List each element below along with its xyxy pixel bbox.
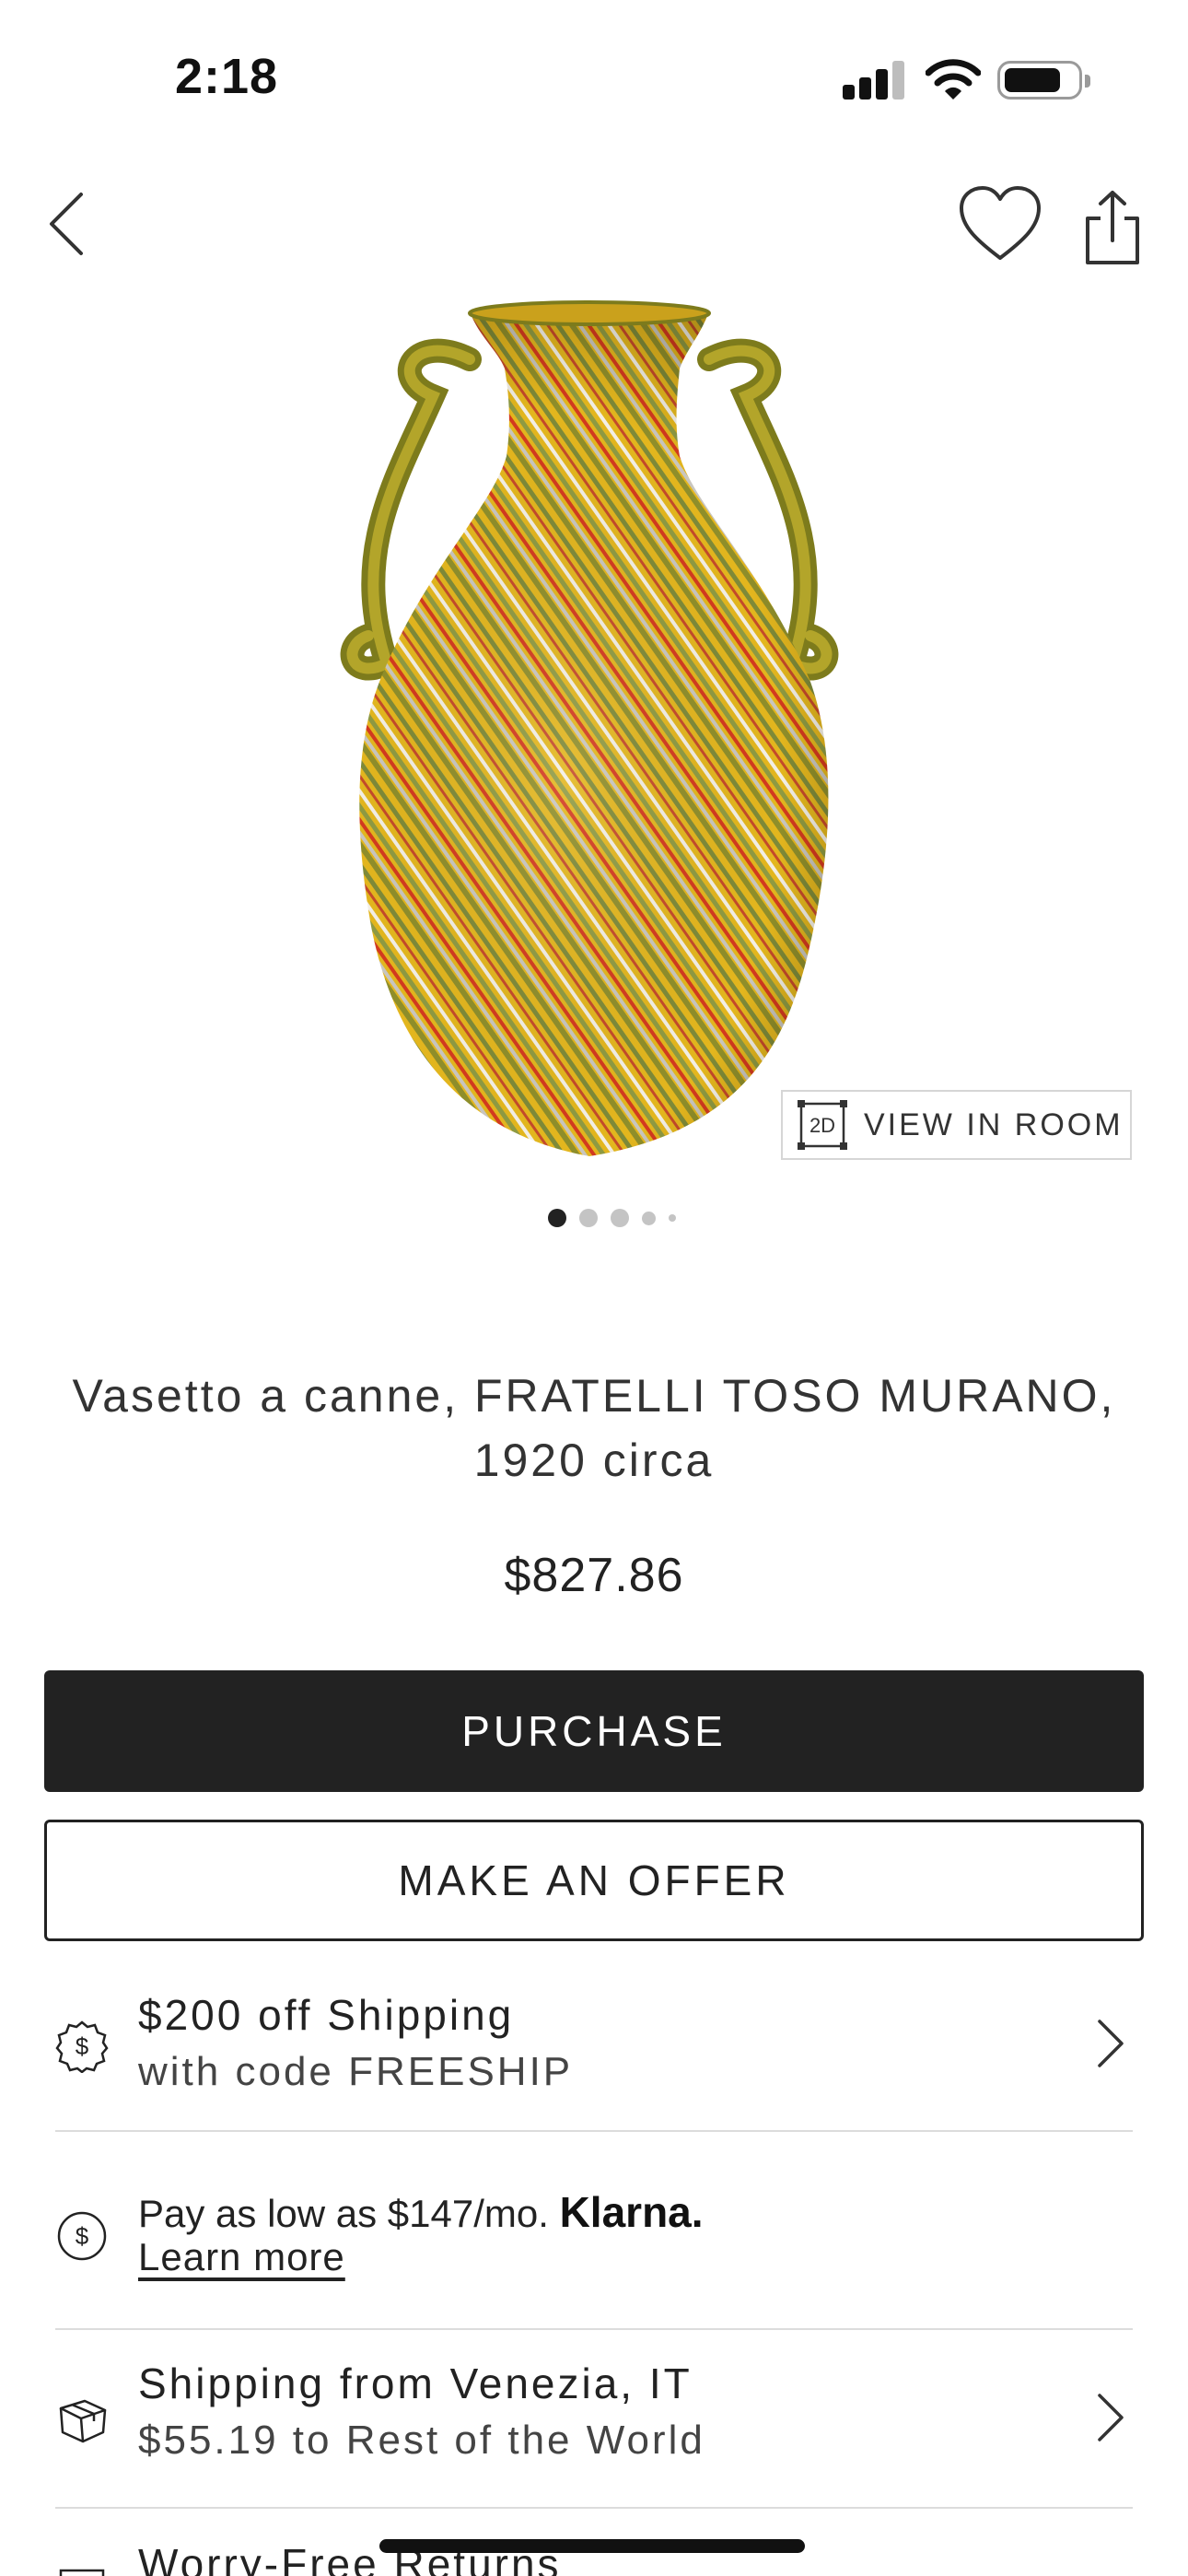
shipping-promo-row[interactable]: $ $200 off Shipping with code FREESHIP (55, 1990, 1133, 2110)
view-badge-text: 2D (809, 1114, 835, 1137)
status-time: 2:18 (175, 49, 279, 104)
carousel-dot[interactable] (642, 1211, 656, 1225)
favorite-heart-icon[interactable] (958, 184, 1042, 263)
klarna-text-line: Pay as low as $147/mo. Klarna. (138, 2187, 704, 2237)
image-carousel-dots[interactable] (548, 1207, 676, 1229)
svg-text:$: $ (76, 2032, 89, 2060)
cellular-signal-icon (843, 61, 905, 100)
klarna-logo: Klarna. (559, 2188, 704, 2236)
box-icon (59, 2399, 107, 2443)
divider (55, 2328, 1133, 2330)
shipping-origin: Shipping from Venezia, IT (138, 2359, 693, 2407)
wifi-icon (926, 59, 981, 100)
divider (55, 2507, 1133, 2509)
make-offer-button[interactable]: MAKE AN OFFER (44, 1820, 1144, 1941)
home-indicator[interactable] (379, 2539, 805, 2553)
divider (55, 2130, 1133, 2132)
learn-more-link[interactable]: Learn more (138, 2235, 345, 2279)
carousel-dot[interactable] (669, 1214, 676, 1222)
status-bar: 2:18 (0, 0, 1188, 157)
2d-view-icon: 2D (798, 1100, 847, 1150)
carousel-dot[interactable] (579, 1209, 598, 1227)
product-title: Vasetto a canne, FRATELLI TOSO MURANO, 1… (72, 1370, 1116, 1486)
battery-icon (997, 61, 1090, 100)
share-icon[interactable] (1082, 189, 1143, 266)
carousel-dot-active[interactable] (548, 1209, 566, 1227)
shipping-info-row[interactable]: Shipping from Venezia, IT $55.19 to Rest… (55, 2359, 1133, 2478)
carousel-dot[interactable] (611, 1209, 629, 1227)
svg-text:$: $ (76, 2222, 89, 2250)
klarna-row: $ Pay as low as $147/mo. Klarna. Learn m… (55, 2184, 1133, 2285)
dollar-badge-icon: $ (55, 2020, 109, 2073)
dollar-circle-icon: $ (57, 2211, 107, 2261)
purchase-button[interactable]: PURCHASE (44, 1670, 1144, 1792)
product-price: $827.86 (504, 1549, 684, 1602)
promo-code-text: with code FREESHIP (138, 2049, 574, 2094)
chevron-right-icon (1098, 2394, 1124, 2441)
shipping-cost: $55.19 to Rest of the World (138, 2418, 705, 2463)
promo-title: $200 off Shipping (138, 1991, 515, 2039)
klarna-installment-text: Pay as low as $147/mo. (138, 2192, 549, 2235)
chevron-right-icon (1098, 2020, 1124, 2067)
product-image-vase[interactable] (332, 295, 847, 1179)
view-in-room-button[interactable]: 2D VIEW IN ROOM (781, 1090, 1132, 1160)
view-in-room-label: VIEW IN ROOM (864, 1107, 1124, 1142)
back-chevron-icon[interactable] (44, 189, 90, 259)
returns-icon (59, 2569, 105, 2576)
